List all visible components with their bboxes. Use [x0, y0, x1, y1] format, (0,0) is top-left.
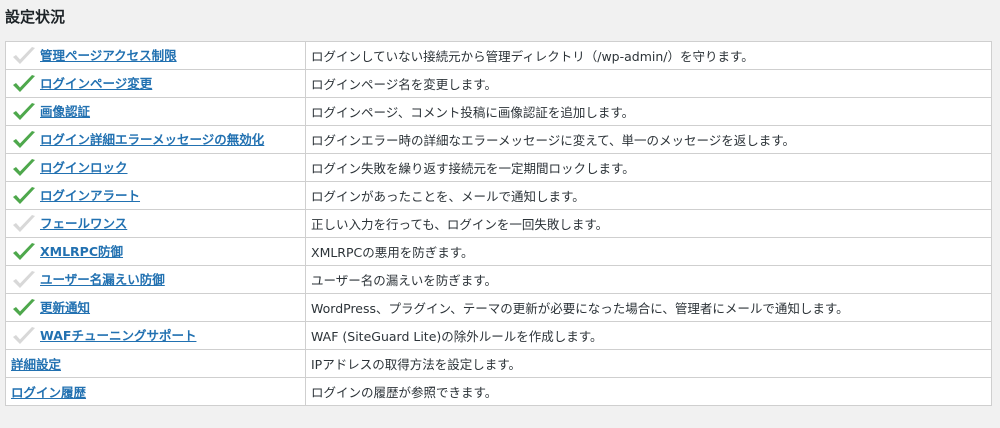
check-icon [11, 158, 37, 178]
table-row: ログインアラート ログインがあったことを、メールで通知します。 [5, 181, 992, 210]
feature-name-cell: フェールワンス [5, 209, 306, 238]
check-icon [11, 242, 37, 262]
feature-description: WAF (SiteGuard Lite)の除外ルールを作成します。 [305, 321, 992, 350]
feature-link[interactable]: フェールワンス [40, 216, 127, 231]
check-icon-disabled [11, 326, 37, 346]
feature-description: XMLRPCの悪用を防ぎます。 [305, 237, 992, 266]
feature-name-cell: ログインアラート [5, 181, 306, 210]
check-icon-disabled [11, 270, 37, 290]
table-row: ログイン履歴 ログインの履歴が参照できます。 [5, 377, 992, 406]
feature-name-cell: ログイン詳細エラーメッセージの無効化 [5, 125, 306, 154]
feature-link[interactable]: ログイン履歴 [11, 385, 86, 400]
table-row: ユーザー名漏えい防御 ユーザー名の漏えいを防ぎます。 [5, 265, 992, 294]
settings-status-rows: 管理ページアクセス制限 ログインしていない接続元から管理ディレクトリ（/wp-ad… [5, 41, 992, 406]
feature-description: ログインしていない接続元から管理ディレクトリ（/wp-admin/）を守ります。 [305, 41, 992, 70]
feature-description: ログインがあったことを、メールで通知します。 [305, 181, 992, 210]
table-row: 更新通知 WordPress、プラグイン、テーマの更新が必要になった場合に、管理者… [5, 293, 992, 322]
table-row: WAFチューニングサポート WAF (SiteGuard Lite)の除外ルールを… [5, 321, 992, 350]
feature-name-cell: 詳細設定 [5, 349, 306, 378]
check-icon-disabled [11, 214, 37, 234]
feature-name-cell: 更新通知 [5, 293, 306, 322]
feature-name-cell: 画像認証 [5, 97, 306, 126]
settings-status-table: 管理ページアクセス制限 ログインしていない接続元から管理ディレクトリ（/wp-ad… [5, 41, 992, 406]
table-row: 詳細設定 IPアドレスの取得方法を設定します。 [5, 349, 992, 378]
check-icon [11, 186, 37, 206]
feature-description: ログインページ名を変更します。 [305, 69, 992, 98]
feature-name-cell: ユーザー名漏えい防御 [5, 265, 306, 294]
feature-link[interactable]: 画像認証 [40, 104, 90, 119]
feature-link[interactable]: ログイン詳細エラーメッセージの無効化 [40, 132, 264, 147]
page-title: 設定状況 [5, 8, 66, 26]
feature-description: ログインの履歴が参照できます。 [305, 377, 992, 406]
table-row: フェールワンス 正しい入力を行っても、ログインを一回失敗します。 [5, 209, 992, 238]
feature-description: ユーザー名の漏えいを防ぎます。 [305, 265, 992, 294]
feature-description: IPアドレスの取得方法を設定します。 [305, 349, 992, 378]
check-icon [11, 102, 37, 122]
feature-name-cell: XMLRPC防御 [5, 237, 306, 266]
feature-link[interactable]: ログインページ変更 [40, 76, 152, 91]
feature-description: 正しい入力を行っても、ログインを一回失敗します。 [305, 209, 992, 238]
check-icon [11, 298, 37, 318]
feature-name-cell: 管理ページアクセス制限 [5, 41, 306, 70]
table-row: ログインページ変更 ログインページ名を変更します。 [5, 69, 992, 98]
feature-link[interactable]: ログインロック [40, 160, 128, 175]
table-row: ログイン詳細エラーメッセージの無効化 ログインエラー時の詳細なエラーメッセージに変… [5, 125, 992, 154]
feature-link[interactable]: ログインアラート [40, 188, 140, 203]
feature-name-cell: ログインページ変更 [5, 69, 306, 98]
feature-description: ログイン失敗を繰り返す接続元を一定期間ロックします。 [305, 153, 992, 182]
feature-link[interactable]: 詳細設定 [11, 357, 61, 372]
feature-link[interactable]: 更新通知 [40, 300, 90, 315]
check-icon-disabled [11, 46, 37, 66]
table-row: ログインロック ログイン失敗を繰り返す接続元を一定期間ロックします。 [5, 153, 992, 182]
check-icon [11, 74, 37, 94]
table-row: XMLRPC防御 XMLRPCの悪用を防ぎます。 [5, 237, 992, 266]
table-row: 画像認証 ログインページ、コメント投稿に画像認証を追加します。 [5, 97, 992, 126]
feature-name-cell: WAFチューニングサポート [5, 321, 306, 350]
feature-name-cell: ログインロック [5, 153, 306, 182]
check-icon [11, 130, 37, 150]
feature-description: ログインページ、コメント投稿に画像認証を追加します。 [305, 97, 992, 126]
feature-link[interactable]: ユーザー名漏えい防御 [40, 272, 165, 287]
feature-description: ログインエラー時の詳細なエラーメッセージに変えて、単一のメッセージを返します。 [305, 125, 992, 154]
table-row: 管理ページアクセス制限 ログインしていない接続元から管理ディレクトリ（/wp-ad… [5, 41, 992, 70]
feature-link[interactable]: XMLRPC防御 [40, 244, 123, 259]
feature-description: WordPress、プラグイン、テーマの更新が必要になった場合に、管理者にメール… [305, 293, 992, 322]
feature-link[interactable]: 管理ページアクセス制限 [40, 48, 177, 63]
feature-name-cell: ログイン履歴 [5, 377, 306, 406]
feature-link[interactable]: WAFチューニングサポート [40, 328, 196, 343]
settings-status-page: 設定状況 管理ページアクセス制限 ログインしていない接続元から管理ディレクトリ（/… [0, 0, 1000, 428]
